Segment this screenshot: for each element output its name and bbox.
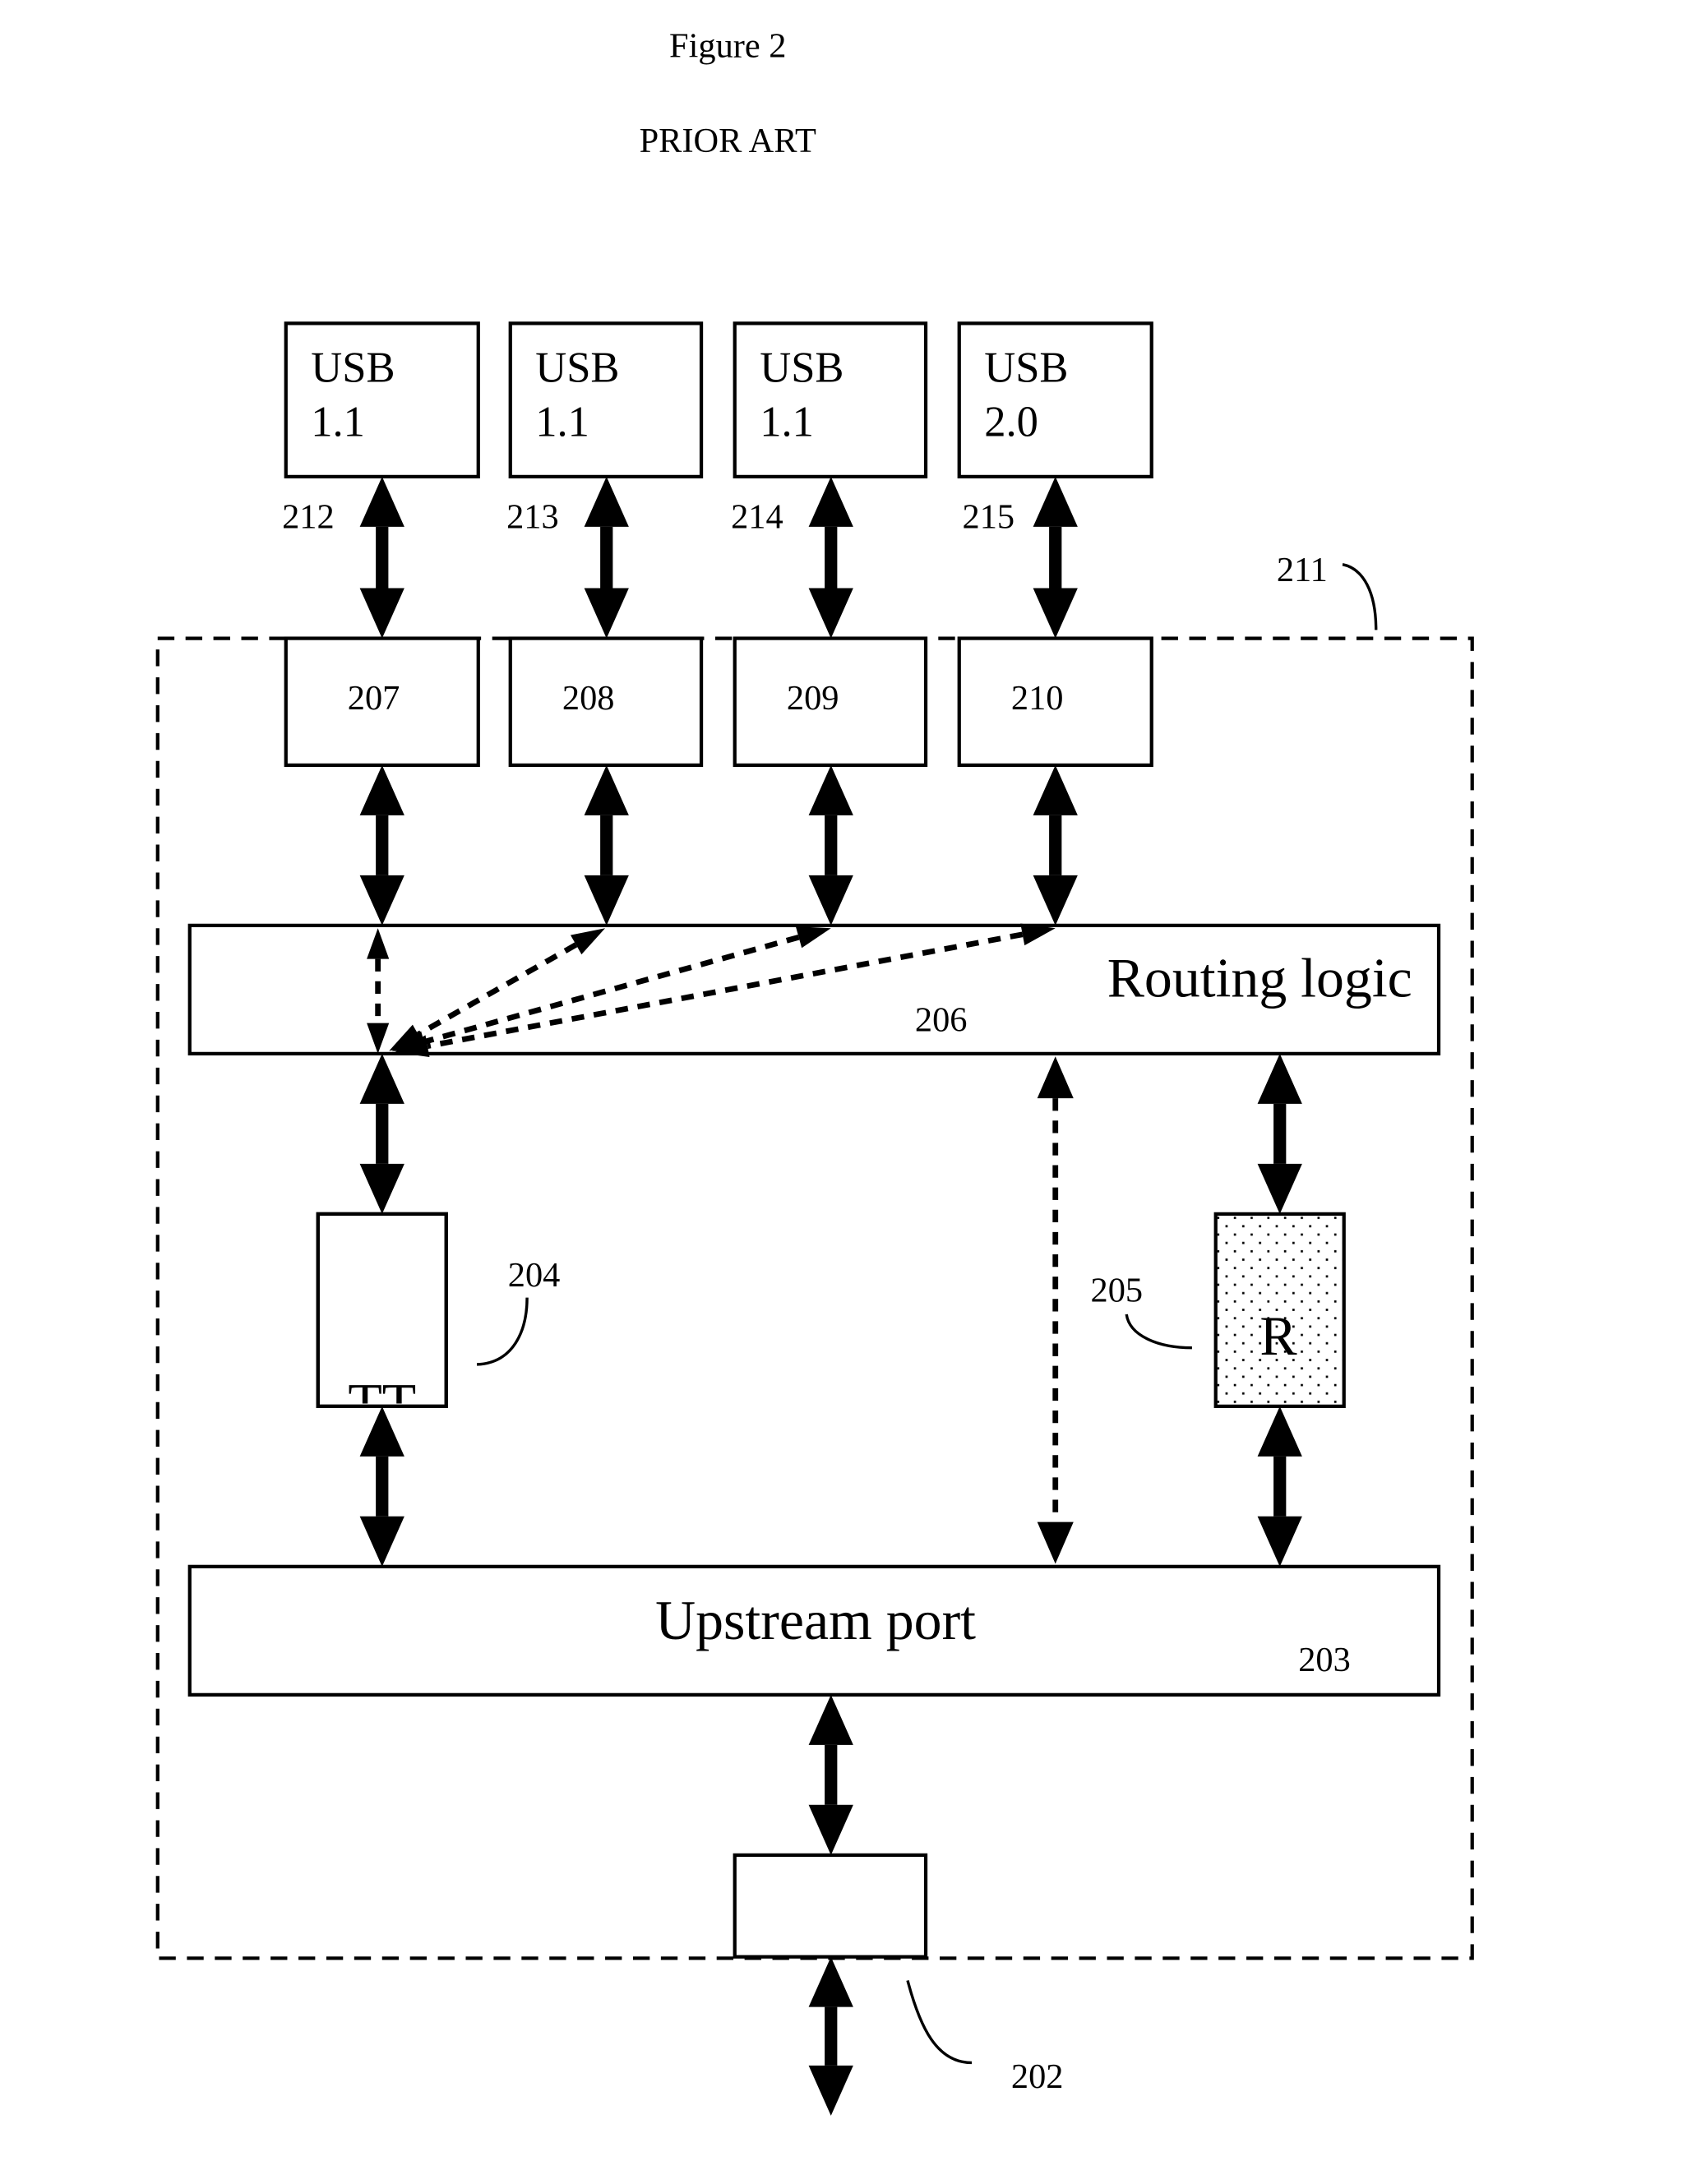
tt-ref-label: 204 <box>508 1256 561 1295</box>
tt-upstream-arrow-head-top <box>359 1406 404 1457</box>
port-ref: 208 <box>562 679 615 718</box>
hub-ref-label: 211 <box>1277 551 1328 589</box>
link-label-212: 212 <box>282 498 335 537</box>
usb-device-2: USB 1.1 <box>733 321 928 479</box>
upstream-port-ref: 203 <box>1298 1641 1351 1679</box>
device-type: USB <box>535 344 619 392</box>
tt-upstream-arrow-head-bottom <box>359 1516 404 1567</box>
device-link-arrow-0-head-top <box>359 476 404 527</box>
upstream-port-block: Upstream port 203 <box>187 1564 1441 1697</box>
device-version: 2.0 <box>984 399 1038 446</box>
upstream-out-arrow-head-top <box>808 1956 853 2007</box>
high-speed-bypass-arrow-head-start <box>1037 1056 1074 1099</box>
upstream-out-arrow-head-bottom <box>808 2065 853 2116</box>
device-type: USB <box>760 344 844 392</box>
downstream-port-207: 207 <box>284 636 480 768</box>
repeater-ref-label: 205 <box>1091 1272 1144 1310</box>
link-label-215: 215 <box>963 498 1015 537</box>
transaction-translator-block: TT <box>316 1212 448 1408</box>
upstream-connector-block <box>733 1853 928 1959</box>
repeater-label: R <box>1259 1305 1297 1367</box>
routing-repeater-arrow-head-top <box>1257 1053 1302 1104</box>
port-ref: 209 <box>787 679 839 718</box>
routing-logic-ref: 206 <box>915 1001 968 1040</box>
port-ref: 207 <box>348 679 400 718</box>
port-routing-arrow-3-head-bottom <box>1033 875 1078 926</box>
port-routing-arrow-1-head-bottom <box>584 875 629 926</box>
usb-device-0: USB 1.1 <box>284 321 480 479</box>
repeater-block: R <box>1213 1212 1346 1408</box>
device-type: USB <box>984 344 1068 392</box>
routing-tt-arrow-head-bottom <box>359 1163 404 1214</box>
port-routing-arrow-1-head-top <box>584 764 629 815</box>
upstream-port-label: Upstream port <box>655 1590 976 1651</box>
routing-repeater-arrow-head-bottom <box>1257 1163 1302 1214</box>
figure-subtitle: PRIOR ART <box>640 122 816 160</box>
repeater-upstream-arrow-head-bottom <box>1257 1516 1302 1567</box>
device-link-arrow-2-head-top <box>808 476 853 527</box>
usb-device-3: USB 2.0 <box>957 321 1153 479</box>
repeater-upstream-arrow-head-top <box>1257 1406 1302 1457</box>
downstream-port-208: 208 <box>508 636 704 768</box>
port-routing-arrow-0-head-top <box>359 764 404 815</box>
upstream-connector-leader-line <box>906 1980 973 2065</box>
port-ref: 210 <box>1011 679 1064 718</box>
tt-leader-line <box>476 1297 529 1366</box>
hub-leader-line <box>1342 563 1378 630</box>
device-version: 1.1 <box>760 399 814 446</box>
usb-hub-diagram: Figure 2 PRIOR ART USB 1.1 USB 1.1 USB 1… <box>155 27 1474 2116</box>
port-routing-arrow-3-head-top <box>1033 764 1078 815</box>
usb-device-1: USB 1.1 <box>508 321 704 479</box>
port-routing-arrow-2-head-top <box>808 764 853 815</box>
upstream-connector-arrow-head-top <box>808 1694 853 1745</box>
routing-tt-arrow-head-top <box>359 1053 404 1104</box>
link-label-214: 214 <box>731 498 783 537</box>
high-speed-bypass-arrow-head-end <box>1037 1521 1074 1564</box>
device-link-arrow-0-head-bottom <box>359 588 404 639</box>
port-routing-arrow-0-head-bottom <box>359 875 404 926</box>
device-version: 1.1 <box>311 399 365 446</box>
device-link-arrow-3-head-bottom <box>1033 588 1078 639</box>
link-label-213: 213 <box>506 498 559 537</box>
upstream-connector-arrow-head-bottom <box>808 1804 853 1855</box>
device-link-arrow-2-head-bottom <box>808 588 853 639</box>
repeater-leader-line <box>1125 1314 1192 1350</box>
routing-logic-label: Routing logic <box>1107 947 1412 1009</box>
device-link-arrow-3-head-top <box>1033 476 1078 527</box>
device-link-arrow-1-head-bottom <box>584 588 629 639</box>
figure-title: Figure 2 <box>669 27 786 66</box>
device-type: USB <box>311 344 395 392</box>
device-version: 1.1 <box>535 399 589 446</box>
device-link-arrow-1-head-top <box>584 476 629 527</box>
downstream-port-209: 209 <box>733 636 928 768</box>
downstream-port-210: 210 <box>957 636 1153 768</box>
upstream-connector-ref: 202 <box>1011 2057 1064 2096</box>
port-routing-arrow-2-head-bottom <box>808 875 853 926</box>
